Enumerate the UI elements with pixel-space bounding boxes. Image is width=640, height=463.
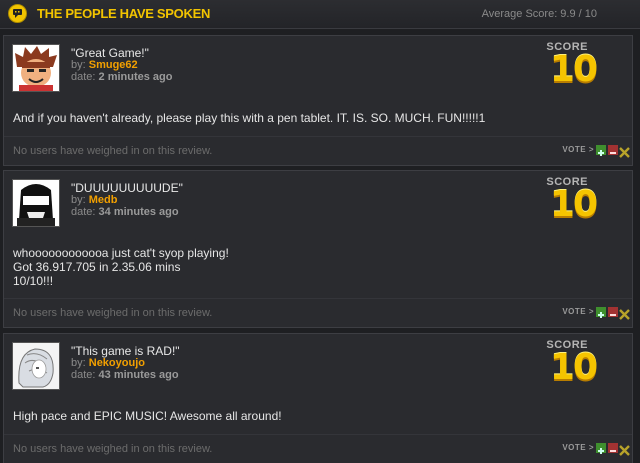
review-author-line: by: Medb	[71, 194, 117, 206]
review-date: 34 minutes ago	[98, 206, 179, 218]
review-date-line: date: 34 minutes ago	[71, 206, 179, 218]
date-label: date:	[71, 369, 96, 381]
review-card: "This game is RAD!" by: Nekoyoujo date: …	[3, 333, 633, 463]
review-author[interactable]: Smuge62	[89, 59, 138, 71]
review-author-line: by: Nekoyoujo	[71, 357, 145, 369]
review-card: "DUUUUUUUUUDE" by: Medb date: 34 minutes…	[3, 170, 633, 328]
avatar[interactable]	[12, 44, 60, 92]
review-score: 10	[549, 347, 598, 388]
avatar[interactable]	[12, 342, 60, 390]
by-label: by:	[71, 357, 86, 369]
reviews-header: THE PEOPLE HAVE SPOKEN Average Score: 9.…	[0, 0, 640, 29]
review-date-line: date: 43 minutes ago	[71, 369, 179, 381]
review-title: "DUUUUUUUUUDE"	[71, 181, 183, 195]
vote-down-icon[interactable]	[608, 443, 618, 453]
review-date: 2 minutes ago	[98, 71, 173, 83]
review-date-line: date: 2 minutes ago	[71, 71, 173, 83]
review-body: whoooooooooooa just cat't syop playing! …	[13, 246, 229, 288]
review-body: High pace and EPIC MUSIC! Awesome all ar…	[13, 409, 282, 423]
speech-bubble-icon	[8, 4, 27, 23]
weigh-in-status: No users have weighed in on this review.	[13, 307, 213, 319]
avatar[interactable]	[12, 179, 60, 227]
date-label: date:	[71, 71, 96, 83]
review-score: 10	[549, 184, 598, 225]
weigh-in-status: No users have weighed in on this review.	[13, 443, 213, 455]
review-score: 10	[549, 49, 598, 90]
section-title: THE PEOPLE HAVE SPOKEN	[37, 6, 211, 21]
review-title: "This game is RAD!"	[71, 344, 180, 358]
review-author-line: by: Smuge62	[71, 59, 138, 71]
report-icon[interactable]	[619, 443, 630, 456]
review-footer: No users have weighed in on this review.…	[4, 136, 632, 165]
review-footer: No users have weighed in on this review.…	[4, 298, 632, 327]
review-title: "Great Game!"	[71, 46, 149, 60]
weigh-in-status: No users have weighed in on this review.	[13, 145, 213, 157]
review-body: And if you haven't already, please play …	[13, 111, 486, 125]
vote-down-icon[interactable]	[608, 307, 618, 317]
review-card: "Great Game!" by: Smuge62 date: 2 minute…	[3, 35, 633, 166]
average-score: Average Score: 9.9 / 10	[481, 8, 597, 20]
by-label: by:	[71, 59, 86, 71]
vote-up-icon[interactable]	[596, 307, 606, 318]
report-icon[interactable]	[619, 145, 630, 158]
vote-label: VOTE >	[562, 307, 594, 316]
review-date: 43 minutes ago	[98, 369, 179, 381]
report-icon[interactable]	[619, 307, 630, 320]
review-author[interactable]: Medb	[89, 194, 118, 206]
vote-label: VOTE >	[562, 145, 594, 154]
vote-up-icon[interactable]	[596, 443, 606, 454]
review-footer: No users have weighed in on this review.…	[4, 434, 632, 463]
vote-up-icon[interactable]	[596, 145, 606, 156]
date-label: date:	[71, 206, 96, 218]
vote-down-icon[interactable]	[608, 145, 618, 155]
vote-label: VOTE >	[562, 443, 594, 452]
review-author[interactable]: Nekoyoujo	[89, 357, 145, 369]
by-label: by:	[71, 194, 86, 206]
